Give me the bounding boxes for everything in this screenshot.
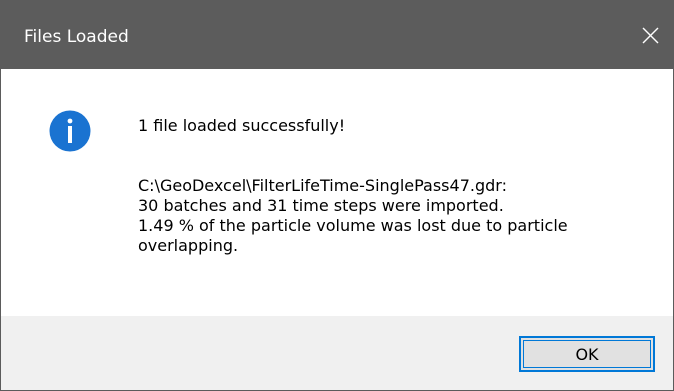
main-message: 1 file loaded successfully! [138,116,346,135]
ok-button[interactable]: OK [519,336,655,372]
message-details: C:\GeoDexcel\FilterLifeTime-SinglePass47… [138,176,638,256]
detail-line-volume-loss: 1.49 % of the particle volume was lost d… [138,216,568,235]
close-icon [642,27,659,44]
detail-line-volume-loss-cont: overlapping. [138,236,239,255]
close-button[interactable] [628,0,674,69]
dialog-content: 1 file loaded successfully! C:\GeoDexcel… [1,69,673,316]
focus-rectangle [523,340,651,368]
info-icon [49,110,91,152]
title-bar[interactable]: Files Loaded [0,0,674,69]
detail-line-import-summary: 30 batches and 31 time steps were import… [138,196,504,215]
dialog-window: Files Loaded 1 file loaded successfully!… [0,0,674,391]
button-bar: OK [1,316,673,390]
detail-line-file-path: C:\GeoDexcel\FilterLifeTime-SinglePass47… [138,176,507,195]
dialog-title: Files Loaded [24,27,129,47]
